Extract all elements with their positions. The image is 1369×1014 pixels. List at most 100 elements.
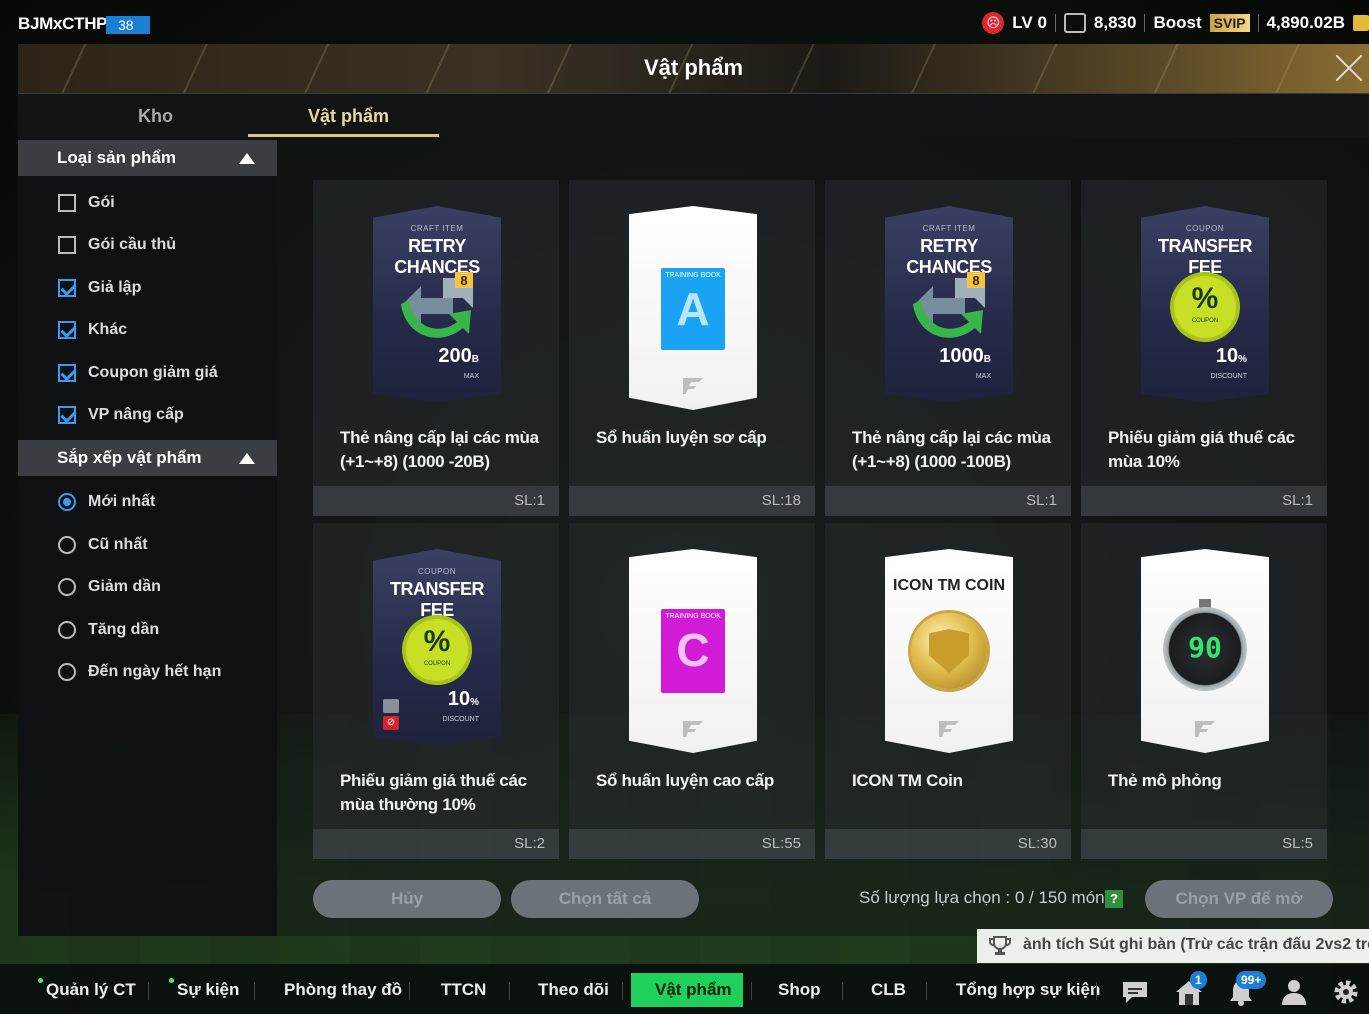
fc-logo-icon [683, 721, 703, 737]
filter-option-vp-nang-cap[interactable]: VP nâng cấp [58, 404, 184, 426]
sort-option-expiry[interactable]: Đến ngày hết hạn [58, 661, 221, 683]
book-label: TRAINING BOOK [665, 272, 721, 279]
restricted-icon: ⊘ [383, 699, 401, 731]
trophy-icon [989, 936, 1011, 955]
option-label: Đến ngày hết hạn [88, 663, 222, 680]
value-number: 10 [1215, 345, 1239, 367]
item-image: TRAINING BOOK C [569, 523, 815, 763]
bell-badge: 99+ [1236, 971, 1267, 989]
fc-logo-icon [939, 721, 959, 737]
nav-quan-ly-ct[interactable]: Quản lý CT [46, 980, 136, 1000]
art-value: 1000B [939, 345, 991, 368]
collapse-arrow-icon [239, 153, 255, 164]
nav-vat-pham[interactable]: Vật phẩm [655, 980, 732, 1000]
notification-ticker: ành tích Sút ghi bàn (Trừ các trận đấu 2… [977, 929, 1369, 963]
filter-option-coupon[interactable]: Coupon giảm giá [58, 362, 218, 384]
value-number: 200 [438, 345, 472, 367]
type-section-header[interactable]: Loại sản phẩm [18, 140, 277, 176]
item-card[interactable]: CRAFT ITEM RETRY CHANCES 8 1000B MAX Thẻ… [825, 180, 1071, 516]
timer-value: 90 [1188, 631, 1222, 664]
sort-option-newest[interactable]: Mới nhất [58, 491, 155, 513]
filter-option-goi-cau-thu[interactable]: Gói cầu thủ [58, 234, 176, 256]
open-selected-button[interactable]: Chọn VP để mở [1145, 880, 1333, 918]
radio[interactable] [58, 663, 76, 681]
selection-count: Số lượng lựa chọn : 0 / 150 món [859, 888, 1105, 907]
sort-section-header[interactable]: Sắp xếp vật phẩm [18, 440, 277, 476]
boost-label: Boost [1153, 13, 1202, 32]
radio[interactable] [58, 536, 76, 554]
sort-option-oldest[interactable]: Cũ nhất [58, 534, 148, 556]
nav-theo-doi[interactable]: Theo dõi [538, 980, 609, 1000]
divider [1257, 14, 1259, 32]
checkbox[interactable] [58, 236, 76, 254]
radio[interactable] [58, 621, 76, 639]
filter-option-khac[interactable]: Khác [58, 319, 127, 341]
item-name: ICON TM Coin [852, 771, 963, 790]
transfer-fee-coupon-card: COUPON TRANSFER FEE % COUPON ⊘ 10% DISCO… [373, 549, 501, 745]
radio-selected[interactable] [58, 493, 76, 511]
select-all-button[interactable]: Chọn tất cả [511, 880, 699, 918]
tier-tag: 8 [972, 273, 979, 288]
tab-bar: Kho Vật phẩm [18, 94, 1369, 138]
sort-option-ascending[interactable]: Tăng dần [58, 619, 159, 641]
settings-icon[interactable] [1331, 978, 1361, 1006]
nav-ttcn[interactable]: TTCN [441, 980, 486, 1000]
nav-clb[interactable]: CLB [871, 980, 906, 1000]
nav-shop[interactable]: Shop [778, 980, 821, 1000]
checkbox[interactable] [58, 194, 76, 212]
item-card[interactable]: TRAINING BOOK A Sổ huấn luyện sơ cấp SL:… [569, 180, 815, 516]
checkbox-checked[interactable] [58, 406, 76, 424]
checkbox-checked[interactable] [58, 321, 76, 339]
item-card[interactable]: COUPON TRANSFER FEE % COUPON 10% DISCOUN… [1081, 180, 1327, 516]
art-small-label: CRAFT ITEM [410, 224, 464, 233]
nav-tong-hop-su-kien[interactable]: Tổng hợp sự kiện [956, 980, 1100, 1000]
option-label: Giảm dần [88, 578, 161, 595]
checkbox-checked[interactable] [58, 364, 76, 382]
help-icon[interactable]: ? [1105, 890, 1123, 908]
profile-icon[interactable] [1279, 978, 1309, 1006]
tab-kho[interactable]: Kho [138, 106, 173, 127]
simulation-card: 90 [1141, 549, 1269, 753]
option-label: Tăng dần [88, 621, 160, 638]
art-sub-label: DISCOUNT [442, 716, 479, 723]
cancel-button[interactable]: Hủy [313, 880, 501, 918]
option-label: Gói cầu thủ [88, 236, 176, 253]
chat-icon[interactable] [1120, 978, 1150, 1006]
book-letter: A [676, 283, 710, 335]
qty-bar: SL:2 [313, 829, 559, 859]
option-label: Giả lập [88, 279, 142, 296]
checkbox-checked[interactable] [58, 279, 76, 297]
option-label: Mới nhất [88, 493, 156, 510]
book-icon: TRAINING BOOK A [661, 268, 725, 350]
nav-divider [509, 982, 510, 1000]
svip-badge: SVIP [1209, 14, 1250, 32]
coupon-word: COUPON [1191, 318, 1219, 324]
nav-divider [751, 982, 752, 1000]
tab-vat-pham[interactable]: Vật phẩm [308, 106, 389, 127]
coin-card-label: ICON TM COIN [893, 577, 1005, 594]
item-qty: SL:55 [761, 835, 801, 852]
nav-divider [926, 982, 927, 1000]
notification-dot [169, 978, 174, 983]
percent-badge-icon: % COUPON [1174, 276, 1236, 338]
item-card[interactable]: COUPON TRANSFER FEE % COUPON ⊘ 10% DISCO… [313, 523, 559, 859]
item-card[interactable]: CRAFT ITEM RETRY CHANCES 8 200B MAX Thẻ … [313, 180, 559, 516]
nav-phong-thay-do[interactable]: Phòng thay đồ [284, 980, 402, 1000]
radio[interactable] [58, 578, 76, 596]
sort-option-descending[interactable]: Giảm dần [58, 576, 161, 598]
nav-su-kien[interactable]: Sự kiện [177, 980, 239, 1000]
item-card[interactable]: ICON TM COIN ICON TM Coin SL:30 [825, 523, 1071, 859]
item-qty: SL:18 [761, 492, 801, 509]
filter-option-gia-lap[interactable]: Giả lập [58, 277, 141, 299]
close-button[interactable] [1333, 52, 1365, 84]
qty-bar: SL:1 [825, 486, 1071, 516]
player-name: BJMxCTHP [18, 14, 108, 33]
status-right: ☹ LV 0 8,830 Boost SVIP 4,890.02B [982, 12, 1369, 34]
filter-option-goi[interactable]: Gói [58, 192, 115, 214]
qty-bar: SL:1 [1081, 486, 1327, 516]
item-card[interactable]: TRAINING BOOK C Sổ huấn luyện cao cấp SL… [569, 523, 815, 859]
nav-divider [409, 982, 410, 1000]
item-card[interactable]: 90 Thẻ mô phỏng SL:5 [1081, 523, 1327, 859]
bottom-nav: Quản lý CT Sự kiện Phòng thay đồ TTCN Th… [0, 964, 1369, 1014]
sort-section-title: Sắp xếp vật phẩm [57, 448, 202, 467]
